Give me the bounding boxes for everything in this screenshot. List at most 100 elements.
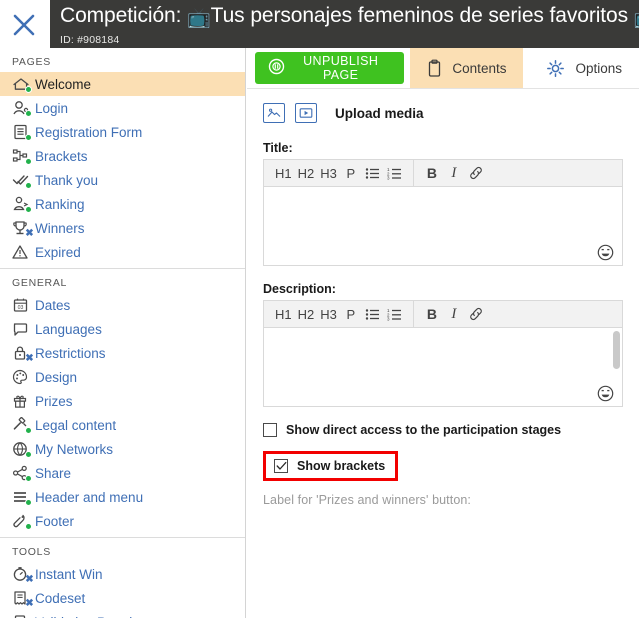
podium-icon xyxy=(12,194,34,214)
h2-button[interactable]: H2 xyxy=(295,302,318,326)
show-direct-access-row[interactable]: Show direct access to the participation … xyxy=(263,423,623,437)
italic-button[interactable]: I xyxy=(443,302,465,326)
description-scrollbar[interactable] xyxy=(613,331,620,369)
paragraph-button[interactable]: P xyxy=(340,302,362,326)
sidebar-item-legal-content[interactable]: Legal content xyxy=(0,413,245,437)
brackets-icon xyxy=(12,146,34,166)
sidebar-item-design[interactable]: Design xyxy=(0,365,245,389)
gift-icon xyxy=(12,391,34,411)
bulleted-list-icon[interactable] xyxy=(362,161,384,185)
show-brackets-highlight: Show brackets xyxy=(263,451,399,481)
form-icon xyxy=(12,122,34,142)
upload-media-row: Upload media xyxy=(263,103,623,123)
link-icon[interactable] xyxy=(465,161,487,185)
status-dot xyxy=(25,475,32,482)
sidebar-item-label: Validation Portal xyxy=(35,615,132,618)
sidebar-item-prizes[interactable]: Prizes xyxy=(0,389,245,413)
trophy-icon: ✖ xyxy=(12,218,34,239)
sidebar-item-validation-portal[interactable]: Validation Portal xyxy=(0,610,245,618)
sidebar-item-login[interactable]: Login xyxy=(0,96,245,120)
unpublish-page-button[interactable]: UNPUBLISH PAGE xyxy=(255,52,405,84)
sidebar-item-header-and-menu[interactable]: Header and menu xyxy=(0,485,245,509)
calendar-icon: 03 xyxy=(12,295,34,315)
numbered-list-icon[interactable]: 123 xyxy=(384,302,406,326)
h1-button[interactable]: H1 xyxy=(272,161,295,185)
sidebar-item-footer[interactable]: Footer xyxy=(0,509,245,533)
tab-contents[interactable]: Contents xyxy=(410,48,524,88)
sidebar-item-label: Codeset xyxy=(35,590,86,606)
sidebar-item-instant-win[interactable]: ✖ Instant Win xyxy=(0,562,245,586)
sidebar-item-thank-you[interactable]: Thank you xyxy=(0,168,245,192)
clipboard-icon xyxy=(427,59,442,78)
toolbar-divider xyxy=(412,300,414,328)
svg-text:03: 03 xyxy=(18,305,24,311)
status-dot xyxy=(25,523,32,530)
sidebar-item-label: Winners xyxy=(35,220,85,236)
h3-button[interactable]: H3 xyxy=(317,161,340,185)
check-check-icon xyxy=(12,170,34,190)
sidebar-item-expired[interactable]: Expired xyxy=(0,240,245,264)
bulleted-list-icon[interactable] xyxy=(362,302,384,326)
bold-button[interactable]: B xyxy=(421,302,443,326)
status-dot xyxy=(25,134,32,141)
paragraph-button[interactable]: P xyxy=(340,161,362,185)
sidebar-item-label: Brackets xyxy=(35,148,88,164)
show-brackets-checkbox[interactable] xyxy=(274,459,288,473)
italic-button[interactable]: I xyxy=(443,161,465,185)
show-brackets-label: Show brackets xyxy=(297,459,386,473)
unpublish-label: UNPUBLISH PAGE xyxy=(303,54,379,82)
sidebar-item-label: Legal content xyxy=(35,417,117,433)
stopwatch-icon: ✖ xyxy=(12,564,34,585)
sidebar-item-registration-form[interactable]: Registration Form xyxy=(0,120,245,144)
sidebar-item-dates[interactable]: 03 Dates xyxy=(0,293,245,317)
sidebar-item-ranking[interactable]: Ranking xyxy=(0,192,245,216)
user-key-icon xyxy=(12,98,34,118)
sidebar-item-codeset[interactable]: ✖ Codeset xyxy=(0,586,245,610)
validation-icon xyxy=(12,612,34,618)
link-icon[interactable] xyxy=(465,302,487,326)
unpublish-circle-icon xyxy=(268,58,285,78)
numbered-list-icon[interactable]: 123 xyxy=(384,161,406,185)
h2-button[interactable]: H2 xyxy=(295,161,318,185)
sidebar-item-languages[interactable]: Languages xyxy=(0,317,245,341)
warning-triangle-icon xyxy=(12,242,34,262)
image-icon[interactable] xyxy=(263,103,285,123)
sidebar-section-tools-label: TOOLS xyxy=(12,546,51,558)
description-field-label: Description: xyxy=(263,282,336,296)
description-input[interactable] xyxy=(264,328,622,406)
sidebar-item-brackets[interactable]: Brackets xyxy=(0,144,245,168)
show-direct-access-checkbox[interactable] xyxy=(263,423,277,437)
sidebar-item-label: Restrictions xyxy=(35,345,106,361)
status-dot xyxy=(25,158,32,165)
network-globe-icon xyxy=(12,439,34,459)
svg-text:3: 3 xyxy=(387,316,390,320)
status-dot xyxy=(25,110,32,117)
close-button[interactable] xyxy=(4,5,44,45)
sidebar-item-welcome[interactable]: Welcome xyxy=(0,72,245,96)
lock-icon: ✖ xyxy=(12,343,34,364)
sidebar-item-label: Ranking xyxy=(35,196,85,212)
disabled-x-icon: ✖ xyxy=(25,574,34,585)
title-editor: H1 H2 H3 P 123 B I xyxy=(263,159,623,266)
sidebar-item-label: Login xyxy=(35,100,69,116)
title-field-label: Title: xyxy=(263,141,293,155)
sidebar-item-restrictions[interactable]: ✖ Restrictions xyxy=(0,341,245,365)
smiley-icon[interactable] xyxy=(597,385,614,402)
sidebar-section-general-label: GENERAL xyxy=(12,277,68,289)
app-root: Competición: 📺Tus personajes femeninos d… xyxy=(0,0,639,618)
bold-button[interactable]: B xyxy=(421,161,443,185)
disabled-x-icon: ✖ xyxy=(25,353,34,364)
video-icon[interactable] xyxy=(295,103,317,123)
title-input[interactable] xyxy=(264,187,622,265)
tab-options[interactable]: Options xyxy=(529,48,639,88)
sidebar-item-label: Instant Win xyxy=(35,566,103,582)
page-title: Competición: 📺Tus personajes femeninos d… xyxy=(60,2,639,33)
sidebar-item-label: Dates xyxy=(35,297,71,313)
sidebar-item-share[interactable]: Share xyxy=(0,461,245,485)
sidebar-item-winners[interactable]: ✖ Winners xyxy=(0,216,245,240)
status-dot xyxy=(25,451,32,458)
sidebar-item-my-networks[interactable]: My Networks xyxy=(0,437,245,461)
h3-button[interactable]: H3 xyxy=(317,302,340,326)
smiley-icon[interactable] xyxy=(597,244,614,261)
h1-button[interactable]: H1 xyxy=(272,302,295,326)
